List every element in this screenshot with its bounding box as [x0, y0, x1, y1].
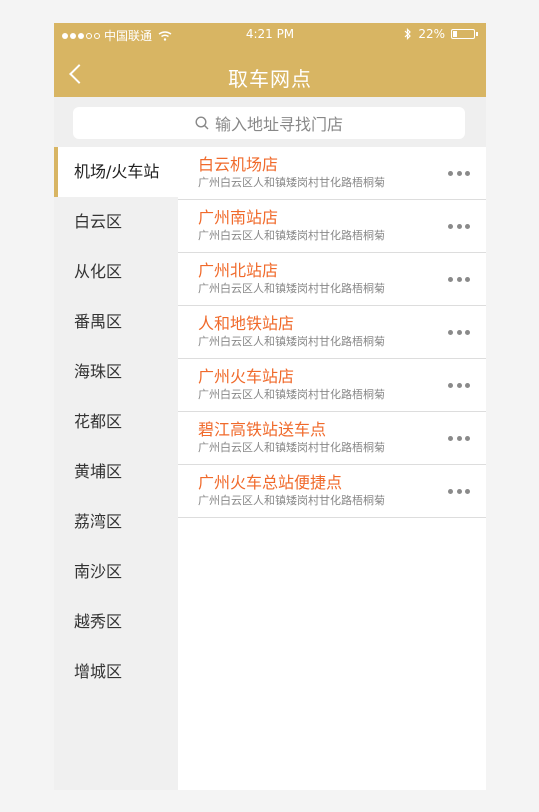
sidebar-item-label: 增城区 [74, 662, 123, 681]
sidebar-item-label: 花都区 [74, 412, 123, 431]
sidebar-item-zengcheng[interactable]: 增城区 [54, 647, 178, 697]
store-address: 广州白云区人和镇矮岗村甘化路梧桐菊 [198, 282, 385, 295]
store-list: 白云机场店 广州白云区人和镇矮岗村甘化路梧桐菊 广州南站店 广州白云区人和镇矮岗… [178, 147, 486, 790]
header: 中国联通 4:21 PM 22% 取车网点 [54, 23, 486, 97]
bluetooth-icon [404, 28, 412, 40]
store-name: 广州火车总站便捷点 [198, 473, 343, 492]
store-name: 白云机场店 [198, 155, 279, 174]
more-icon[interactable] [448, 383, 470, 389]
more-icon[interactable] [448, 489, 470, 495]
store-address: 广州白云区人和镇矮岗村甘化路梧桐菊 [198, 388, 385, 401]
sidebar-item-label: 番禺区 [74, 312, 123, 331]
sidebar-item-label: 荔湾区 [74, 512, 123, 531]
store-row[interactable]: 广州火车站店 广州白云区人和镇矮岗村甘化路梧桐菊 [178, 359, 486, 412]
store-address: 广州白云区人和镇矮岗村甘化路梧桐菊 [198, 441, 385, 454]
sidebar-item-airport-station[interactable]: 机场/火车站 [54, 147, 178, 197]
store-row[interactable]: 人和地铁站店 广州白云区人和镇矮岗村甘化路梧桐菊 [178, 306, 486, 359]
sidebar-item-label: 南沙区 [74, 562, 123, 581]
search-bar: 输入地址寻找门店 [54, 97, 486, 147]
store-name: 广州火车站店 [198, 367, 295, 386]
store-row[interactable]: 广州南站店 广州白云区人和镇矮岗村甘化路梧桐菊 [178, 200, 486, 253]
sidebar-item-conghua[interactable]: 从化区 [54, 247, 178, 297]
store-row[interactable]: 广州北站店 广州白云区人和镇矮岗村甘化路梧桐菊 [178, 253, 486, 306]
search-input[interactable]: 输入地址寻找门店 [73, 107, 465, 139]
store-name: 广州北站店 [198, 261, 279, 280]
search-icon [195, 116, 209, 130]
search-placeholder: 输入地址寻找门店 [214, 115, 343, 134]
more-icon[interactable] [448, 330, 470, 336]
sidebar-item-haizhu[interactable]: 海珠区 [54, 347, 178, 397]
store-address: 广州白云区人和镇矮岗村甘化路梧桐菊 [198, 335, 385, 348]
more-icon[interactable] [448, 436, 470, 442]
sidebar-item-label: 越秀区 [74, 612, 123, 631]
sidebar-item-panyu[interactable]: 番禺区 [54, 297, 178, 347]
store-name: 人和地铁站店 [198, 314, 295, 333]
sidebar-item-baiyun[interactable]: 白云区 [54, 197, 178, 247]
store-name: 碧江高铁站送车点 [198, 420, 327, 439]
store-address: 广州白云区人和镇矮岗村甘化路梧桐菊 [198, 229, 385, 242]
sidebar-item-label: 机场/火车站 [74, 162, 160, 181]
store-row[interactable]: 白云机场店 广州白云区人和镇矮岗村甘化路梧桐菊 [178, 147, 486, 200]
store-row[interactable]: 碧江高铁站送车点 广州白云区人和镇矮岗村甘化路梧桐菊 [178, 412, 486, 465]
battery-icon [451, 29, 475, 39]
more-icon[interactable] [448, 224, 470, 230]
sidebar-item-yuexiu[interactable]: 越秀区 [54, 597, 178, 647]
sidebar-item-huangpu[interactable]: 黄埔区 [54, 447, 178, 497]
store-name: 广州南站店 [198, 208, 279, 227]
store-address: 广州白云区人和镇矮岗村甘化路梧桐菊 [198, 494, 385, 507]
more-icon[interactable] [448, 171, 470, 177]
district-sidebar: 机场/火车站 白云区 从化区 番禺区 海珠区 花都区 黄埔区 荔湾区 南沙区 越… [54, 147, 178, 790]
battery-cap [476, 32, 478, 36]
status-bar: 中国联通 4:21 PM 22% [54, 23, 486, 45]
sidebar-item-label: 白云区 [74, 212, 123, 231]
sidebar-item-huadu[interactable]: 花都区 [54, 397, 178, 447]
battery-percent: 22% [418, 27, 445, 41]
page-title: 取车网点 [228, 67, 312, 91]
sidebar-item-label: 从化区 [74, 262, 123, 281]
status-right: 22% [404, 27, 478, 41]
sidebar-item-liwan[interactable]: 荔湾区 [54, 497, 178, 547]
store-row[interactable]: 广州火车总站便捷点 广州白云区人和镇矮岗村甘化路梧桐菊 [178, 465, 486, 518]
store-address: 广州白云区人和镇矮岗村甘化路梧桐菊 [198, 176, 385, 189]
sidebar-item-label: 海珠区 [74, 362, 123, 381]
phone-screen: 中国联通 4:21 PM 22% 取车网点 输入地址寻找门店 机场/火车站 白云… [54, 23, 486, 790]
sidebar-item-nansha[interactable]: 南沙区 [54, 547, 178, 597]
sidebar-item-label: 黄埔区 [74, 462, 123, 481]
more-icon[interactable] [448, 277, 470, 283]
